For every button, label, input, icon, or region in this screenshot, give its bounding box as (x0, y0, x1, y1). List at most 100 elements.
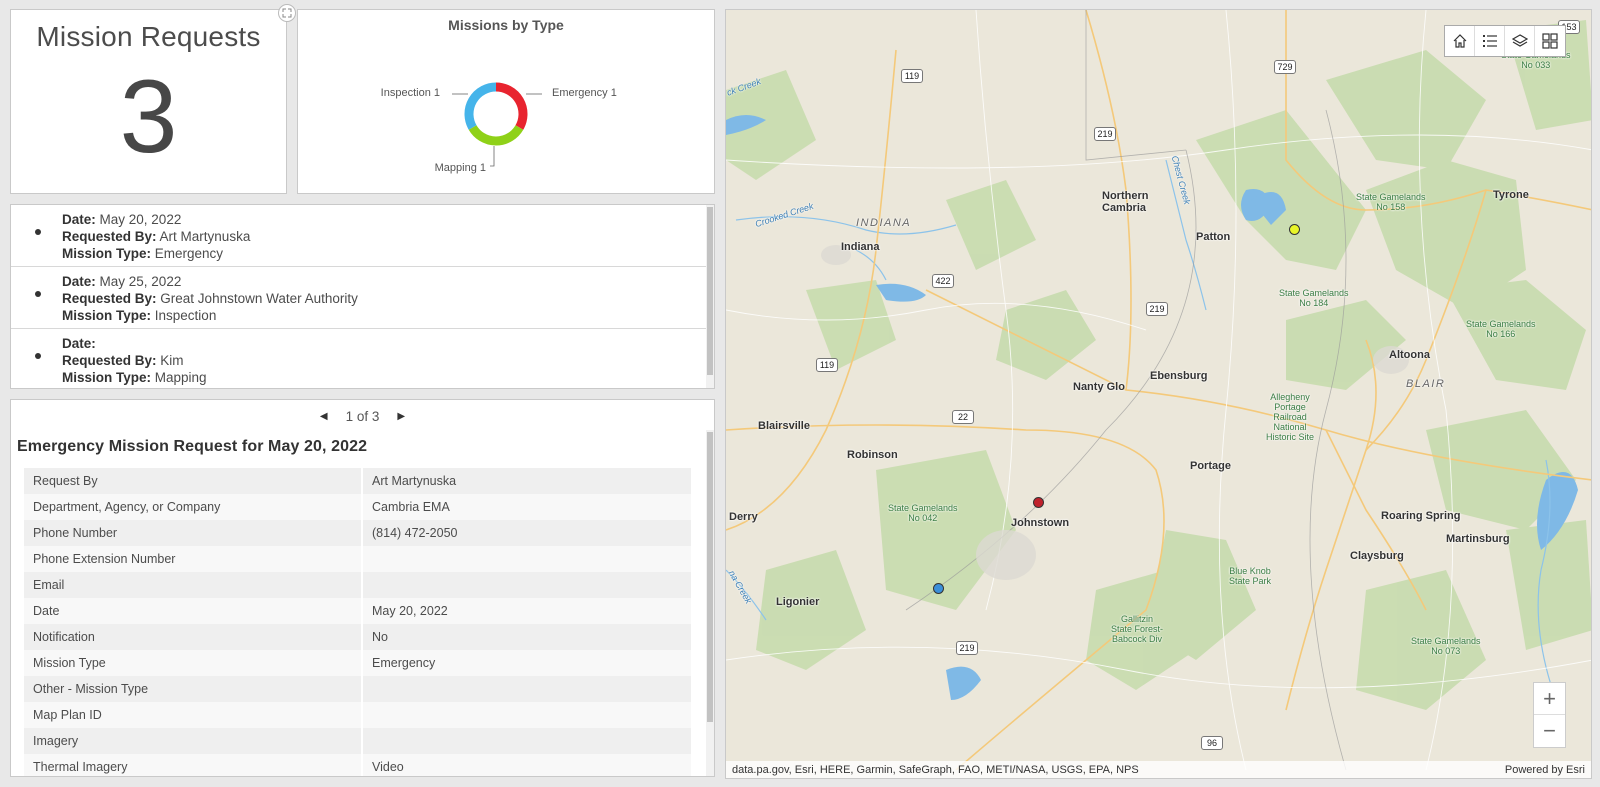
bullet (35, 229, 41, 235)
park-allegheny-portage: Allegheny Portage Railroad National Historic… (1266, 392, 1315, 442)
date-value: May 25, 2022 (99, 274, 182, 289)
donut-slice-mapping[interactable] (468, 125, 524, 146)
detail-field-label: Map Plan ID (24, 702, 363, 728)
list-item[interactable]: Date: May 20, 2022 Requested By: Art Mar… (11, 205, 714, 267)
detail-field-label: Notification (24, 624, 363, 650)
detail-field-value (362, 702, 691, 728)
mission-requests-indicator: Mission Requests 3 (10, 4, 296, 194)
home-icon[interactable] (1445, 26, 1475, 56)
zoom-in-button[interactable]: + (1534, 683, 1565, 715)
list-item[interactable]: Date: Requested By: Kim Mission Type: Ma… (11, 329, 714, 388)
detail-field-label: Other - Mission Type (24, 676, 363, 702)
mission-type-value: Inspection (154, 308, 217, 323)
slice-label-mapping: Mapping 1 (435, 162, 486, 174)
slice-label-emergency: Emergency 1 (552, 87, 617, 99)
detail-row: Date May 20, 2022 (24, 598, 691, 624)
requested-by-label: Requested By: (62, 353, 157, 368)
mission-type-label: Mission Type: (62, 308, 152, 323)
mission-details-panel: ◀ 1 of 3 ▶ Emergency Mission Request for… (10, 399, 715, 777)
powered-by-esri[interactable]: Powered by Esri (1505, 764, 1585, 776)
mission-type-value: Emergency (154, 246, 224, 261)
mission-marker-inspection[interactable] (1289, 224, 1300, 235)
detail-field-label: Request By (24, 468, 363, 494)
mission-marker-mapping[interactable] (933, 583, 944, 594)
city-patton: Patton (1196, 231, 1231, 243)
detail-field-value: Video (362, 754, 691, 776)
city-indiana: Indiana (841, 241, 880, 253)
mission-list: Date: May 20, 2022 Requested By: Art Mar… (10, 204, 715, 389)
pager-text: 1 of 3 (345, 408, 380, 424)
detail-field-value: May 20, 2022 (362, 598, 691, 624)
detail-field-label: Thermal Imagery (24, 754, 363, 776)
city-robinson: Robinson (847, 449, 898, 461)
date-label: Date: (62, 336, 96, 351)
details-scrollbar[interactable] (706, 430, 714, 776)
city-portage: Portage (1190, 460, 1231, 472)
attribution-text: data.pa.gov, Esri, HERE, Garmin, SafeGra… (732, 763, 1139, 776)
route-shield: 729 (1274, 60, 1296, 74)
pager: ◀ 1 of 3 ▶ (11, 402, 714, 430)
list-item[interactable]: Date: May 25, 2022 Requested By: Great J… (11, 267, 714, 329)
route-shield: 422 (932, 274, 954, 288)
detail-field-value: Cambria EMA (362, 494, 691, 520)
city-roaring-spring: Roaring Spring (1381, 510, 1461, 522)
park-sgl-073: State Gamelands No 073 (1411, 636, 1481, 656)
park-sgl-166: State Gamelands No 166 (1466, 319, 1536, 339)
route-shield: 219 (1146, 302, 1168, 316)
basemap-gallery-icon[interactable] (1535, 26, 1565, 56)
route-shield: 119 (901, 69, 923, 83)
donut-slice-inspection[interactable] (464, 82, 497, 130)
expand-icon[interactable] (278, 4, 296, 22)
detail-field-label: Phone Extension Number (24, 546, 363, 572)
mission-type-label: Mission Type: (62, 370, 152, 385)
county-indiana: INDIANA (856, 217, 912, 229)
detail-row: Map Plan ID (24, 702, 691, 728)
park-blue-knob: Blue Knob State Park (1229, 566, 1272, 586)
previous-icon[interactable]: ◀ (320, 411, 328, 422)
legend-icon[interactable] (1475, 26, 1505, 56)
city-northern-cambria: Northern Cambria (1102, 190, 1149, 214)
detail-field-value: (814) 472-2050 (362, 520, 691, 546)
detail-field-value (362, 546, 691, 572)
next-icon[interactable]: ▶ (397, 411, 405, 422)
list-scrollbar[interactable] (706, 205, 714, 388)
detail-field-value: Art Martynuska (362, 468, 691, 494)
leader-line (490, 146, 495, 167)
route-shield: 219 (1094, 127, 1116, 141)
map-view[interactable]: Northern Cambria Tyrone Patton Indiana Al… (725, 9, 1592, 779)
route-shield: 96 (1201, 736, 1223, 750)
detail-field-label: Mission Type (24, 650, 363, 676)
indicator-value: 3 (119, 59, 178, 175)
missions-by-type-chart: Emergency 1 Mapping 1 Inspection 1 Mission… (297, 9, 715, 194)
city-martinsburg: Martinsburg (1446, 533, 1510, 545)
scrollbar-thumb[interactable] (707, 432, 713, 722)
detail-field-label: Date (24, 598, 363, 624)
mission-type-value: Mapping (154, 370, 207, 385)
detail-row: Other - Mission Type (24, 676, 691, 702)
requested-by-label: Requested By: (62, 229, 157, 244)
basemap[interactable] (726, 10, 1592, 779)
city-ligonier: Ligonier (776, 596, 820, 608)
city-blairsville: Blairsville (758, 420, 810, 432)
city-ebensburg: Ebensburg (1150, 370, 1208, 382)
zoom-out-button[interactable]: − (1534, 715, 1565, 747)
mission-marker-emergency[interactable] (1033, 497, 1044, 508)
park-sgl-042: State Gamelands No 042 (888, 503, 958, 523)
detail-row: Email (24, 572, 691, 598)
route-shield: 22 (952, 410, 974, 424)
bullet (35, 291, 41, 297)
detail-title: Emergency Mission Request for May 20, 20… (17, 438, 368, 455)
scrollbar-thumb[interactable] (707, 207, 713, 375)
donut-chart-svg: Emergency 1 Mapping 1 Inspection 1 (381, 82, 617, 174)
detail-field-label: Email (24, 572, 363, 598)
slice-label-inspection: Inspection 1 (381, 87, 440, 99)
detail-row: Request By Art Martynuska (24, 468, 691, 494)
donut-slice-emergency[interactable] (495, 82, 528, 130)
map-toolbar (1444, 25, 1566, 57)
city-tyrone: Tyrone (1493, 189, 1529, 201)
date-label: Date: (62, 212, 96, 227)
detail-field-label: Phone Number (24, 520, 363, 546)
requested-by-value: Kim (160, 353, 184, 368)
layers-icon[interactable] (1505, 26, 1535, 56)
county-blair: BLAIR (1406, 378, 1446, 390)
